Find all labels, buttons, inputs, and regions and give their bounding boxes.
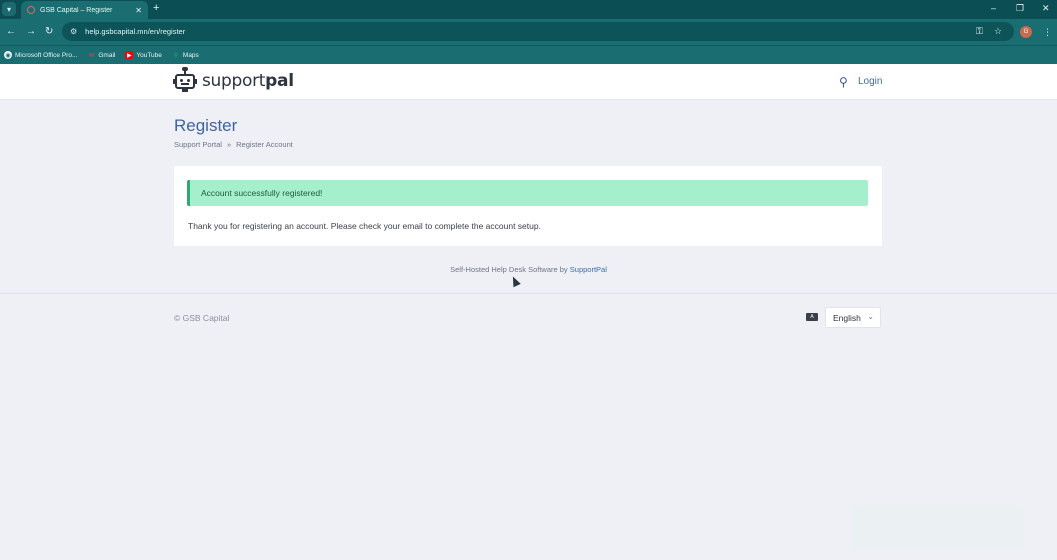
success-alert: Account successfully registered! <box>187 180 868 206</box>
restore-icon[interactable]: ❐ <box>1016 2 1024 14</box>
page-title: Register <box>174 116 238 135</box>
breadcrumb-separator: » <box>226 140 232 149</box>
back-icon[interactable]: ← <box>6 25 16 38</box>
site-header: supportpal ⚲ Login <box>0 64 1057 100</box>
address-bar[interactable]: ⚙ help.gsbcapital.mn/en/register <box>62 22 1014 41</box>
language-value: English <box>833 312 861 323</box>
toast-placeholder <box>852 505 1024 549</box>
supportpal-logo[interactable]: supportpal <box>173 67 294 93</box>
footer-divider <box>0 293 1057 294</box>
confirmation-message: Thank you for registering an account. Pl… <box>188 221 541 231</box>
bookmark-label: YouTube <box>136 51 162 59</box>
new-tab-icon[interactable]: + <box>153 2 159 15</box>
tab-strip: ▾ GSB Capital – Register ✕ + – ❐ ✕ <box>0 0 1057 19</box>
profile-avatar[interactable]: G <box>1020 26 1032 38</box>
bookmark-item[interactable]: ◉ Microsoft Office Pro... <box>4 51 77 59</box>
bookmark-label: Microsoft Office Pro... <box>15 51 78 59</box>
youtube-icon: ▶ <box>125 51 134 59</box>
minimize-icon[interactable]: – <box>991 2 996 14</box>
powered-by-text: Self-Hosted Help Desk Software by <box>450 265 570 274</box>
bookmark-star-icon[interactable]: ☆ <box>994 23 1002 39</box>
browser-toolbar: ← → ↻ ⚙ help.gsbcapital.mn/en/register ⚿… <box>0 19 1057 45</box>
window-close-icon[interactable]: ✕ <box>1042 2 1050 14</box>
login-link[interactable]: Login <box>858 76 882 87</box>
office-icon: ◉ <box>4 51 12 59</box>
tab-title: GSB Capital – Register <box>40 6 113 14</box>
gmail-icon: ✉ <box>88 52 94 59</box>
bookmark-item[interactable]: ✉ Gmail <box>87 51 116 59</box>
content-card: Account successfully registered! Thank y… <box>174 166 882 246</box>
browser-tab[interactable]: GSB Capital – Register ✕ <box>21 1 148 19</box>
password-key-icon[interactable]: ⚿ <box>976 23 983 39</box>
language-select[interactable]: English ⌄ <box>825 307 881 328</box>
site-info-icon[interactable]: ⚙ <box>70 27 77 36</box>
copyright: © GSB Capital <box>174 313 230 323</box>
bookmark-label: Gmail <box>98 51 116 59</box>
logo-text: supportpal <box>202 71 294 91</box>
bookmark-item[interactable]: ▶ YouTube <box>125 51 162 59</box>
mouse-cursor-icon <box>509 274 521 288</box>
site-favicon-icon <box>27 6 35 14</box>
maps-icon: ⚲ <box>173 52 179 59</box>
chevron-down-icon: ⌄ <box>867 312 874 321</box>
bookmark-label: Maps <box>182 51 199 59</box>
search-icon[interactable]: ⚲ <box>839 75 848 89</box>
breadcrumb-current: Register Account <box>236 140 293 149</box>
forward-icon[interactable]: → <box>26 25 36 38</box>
language-icon: A <box>806 313 818 321</box>
supportpal-link[interactable]: SupportPal <box>570 265 607 274</box>
bookmark-item[interactable]: ⚲ Maps <box>172 51 199 59</box>
tab-list-button[interactable]: ▾ <box>2 2 16 16</box>
reload-icon[interactable]: ↻ <box>45 25 53 38</box>
url-text: help.gsbcapital.mn/en/register <box>85 27 186 36</box>
powered-by: Self-Hosted Help Desk Software by Suppor… <box>0 265 1057 274</box>
breadcrumb-link-support-portal[interactable]: Support Portal <box>174 140 222 149</box>
tab-close-icon[interactable]: ✕ <box>135 6 142 15</box>
browser-menu-icon[interactable]: ⋮ <box>1043 26 1052 38</box>
robot-logo-icon <box>173 67 197 93</box>
bookmarks-bar: ◉ Microsoft Office Pro... ✉ Gmail ▶ YouT… <box>0 45 1057 64</box>
breadcrumb: Support Portal » Register Account <box>174 140 293 149</box>
